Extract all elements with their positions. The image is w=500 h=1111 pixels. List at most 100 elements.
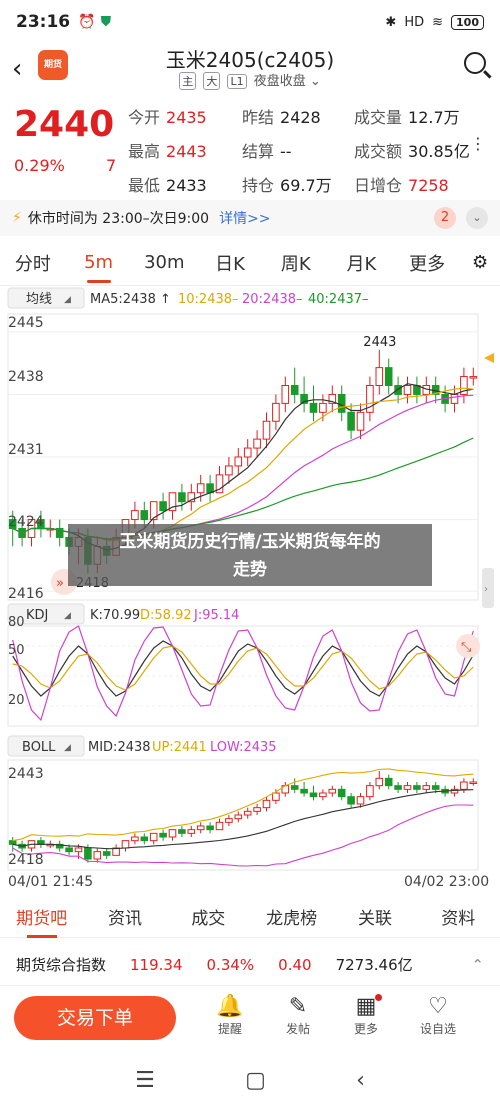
heart-icon: ♡	[428, 994, 448, 1019]
candle-body	[159, 832, 167, 838]
tab-profile[interactable]: 资料	[417, 904, 500, 929]
system-nav: ☰ ▢ ‹	[0, 1060, 500, 1100]
search-icon[interactable]	[464, 52, 486, 74]
contract-subline[interactable]: 主 大 L1 夜盘收盘 ⌄	[0, 70, 500, 90]
candle-body	[337, 393, 346, 413]
index-pct: 0.34%	[206, 955, 255, 974]
index-ticker[interactable]: 期货综合指数 119.34 0.34% 0.40 7273.46亿 ⌃	[0, 944, 500, 986]
double-chevron-icon: »	[56, 576, 64, 591]
candle-body	[206, 825, 214, 831]
tab-forum[interactable]: 期货吧	[0, 904, 83, 938]
candle-body	[243, 447, 252, 458]
index-change: 0.40	[278, 955, 312, 974]
candle-body	[356, 411, 365, 431]
candle-body	[469, 781, 478, 784]
legend-ma10: 10:2438–	[178, 292, 239, 307]
tab-5m[interactable]: 5m	[66, 252, 132, 283]
candle-body	[215, 821, 224, 831]
chart-area[interactable]: 均线 ◢ MA5:2438 ↑ 10:2438– 20:2438– 40:243…	[0, 286, 500, 896]
svg-text:⤡: ⤡	[461, 640, 472, 655]
quote-field: 成交额 30.85亿	[354, 142, 470, 161]
kdj-tick-80: 80	[8, 615, 25, 630]
status-right: ✱ HD ≋ 100	[385, 14, 484, 30]
post-label: 发帖	[285, 1022, 310, 1036]
tag-l1: L1	[227, 74, 247, 89]
notice-details-link[interactable]: 详情>>	[219, 208, 270, 228]
candle-body	[225, 465, 233, 476]
candle-body	[262, 420, 271, 440]
candle-body	[450, 393, 459, 404]
edit-icon: ✎	[288, 994, 308, 1019]
kdj-j-value: J:95.14	[193, 608, 239, 623]
candle-body	[262, 799, 271, 809]
tab-news[interactable]: 资讯	[83, 904, 166, 929]
tab-timeshare[interactable]: 分时	[0, 250, 66, 276]
back-nav-icon[interactable]: ‹	[356, 1068, 365, 1093]
gear-icon[interactable]: ⚙	[460, 252, 500, 273]
notice-text: 休市时间为 23:00–次日9:00	[27, 211, 210, 227]
ma-selector-label: 均线	[26, 292, 52, 307]
index-amount: 7273.46亿	[335, 956, 413, 974]
alarm-icon: ⏰	[78, 14, 96, 30]
menu-icon[interactable]: ☰	[135, 1068, 155, 1093]
tab-daily[interactable]: 日K	[197, 250, 263, 276]
tab-related[interactable]: 关联	[333, 904, 416, 929]
tab-trades[interactable]: 成交	[167, 904, 250, 929]
boll-tick-bottom: 2418	[8, 852, 44, 868]
candle-body	[319, 402, 327, 413]
candle-body	[413, 785, 421, 790]
candle-body	[187, 829, 196, 834]
tab-ranking[interactable]: 龙虎榜	[250, 904, 333, 929]
tab-weekly[interactable]: 周K	[263, 250, 329, 276]
trade-button[interactable]: 交易下单	[14, 996, 176, 1040]
more-action[interactable]: ▦ 更多	[338, 994, 394, 1037]
price-tick: 2445	[8, 315, 44, 331]
candle-body	[460, 781, 468, 790]
selector-caret-icon: ◢	[64, 611, 71, 621]
candle-body	[93, 851, 102, 860]
ma20-line	[12, 394, 474, 540]
expand-icon[interactable]: ⌄	[466, 207, 488, 229]
price-tick: 2416	[8, 586, 44, 602]
notice-badge[interactable]: 2	[434, 207, 456, 229]
boll-mid-value: MID:2438	[88, 740, 151, 755]
chevron-up-icon[interactable]: ⌃	[471, 956, 484, 974]
market-notice: ⚡ 休市时间为 23:00–次日9:00 详情>> 2 ⌄	[0, 200, 500, 236]
candle-body	[290, 385, 299, 395]
tab-monthly[interactable]: 月K	[329, 250, 395, 276]
battery-indicator: 100	[451, 14, 484, 30]
legend-ma40: 40:2437–	[308, 292, 369, 307]
kdj-cross-icon[interactable]: ⤡	[456, 634, 480, 658]
quote-field: 持仓 69.7万	[242, 176, 332, 195]
chart-svg[interactable]: 均线 ◢ MA5:2438 ↑ 10:2438– 20:2438– 40:243…	[0, 286, 500, 896]
index-name: 期货综合指数	[16, 956, 107, 974]
candle-body	[234, 814, 243, 820]
tab-more[interactable]: 更多	[394, 250, 460, 276]
candle-body	[84, 847, 92, 860]
boll-tick-top: 2443	[8, 766, 44, 782]
selector-caret-icon: ◢	[64, 295, 71, 305]
candle-body	[225, 818, 233, 823]
watchlist-action[interactable]: ♡ 设自选	[410, 994, 466, 1037]
boll-up-value: UP:2441	[152, 740, 207, 755]
boll-candles	[8, 771, 478, 863]
tab-30m[interactable]: 30m	[131, 252, 197, 273]
candle-body	[178, 829, 186, 834]
quote-field: 最高 2443	[128, 142, 207, 161]
price-tick: 2424	[8, 514, 44, 530]
candle-body	[178, 492, 186, 503]
boll-up-line	[12, 768, 474, 842]
bluetooth-icon: ✱	[385, 14, 397, 30]
kdj-d-line	[12, 645, 474, 691]
chevron-down-icon: ⌄	[309, 74, 321, 89]
candle-body	[469, 376, 478, 379]
post-action[interactable]: ✎ 发帖	[270, 994, 326, 1037]
signal-icon: HD	[404, 14, 425, 30]
candle-body	[290, 785, 299, 790]
candle-body	[328, 788, 337, 794]
legend-ma20: 20:2438–	[242, 292, 303, 307]
alert-action[interactable]: 🔔 提醒	[202, 994, 258, 1037]
candle-body	[337, 788, 346, 798]
home-icon[interactable]: ▢	[245, 1068, 266, 1093]
more-vertical-icon[interactable]: ⋮	[470, 134, 486, 153]
